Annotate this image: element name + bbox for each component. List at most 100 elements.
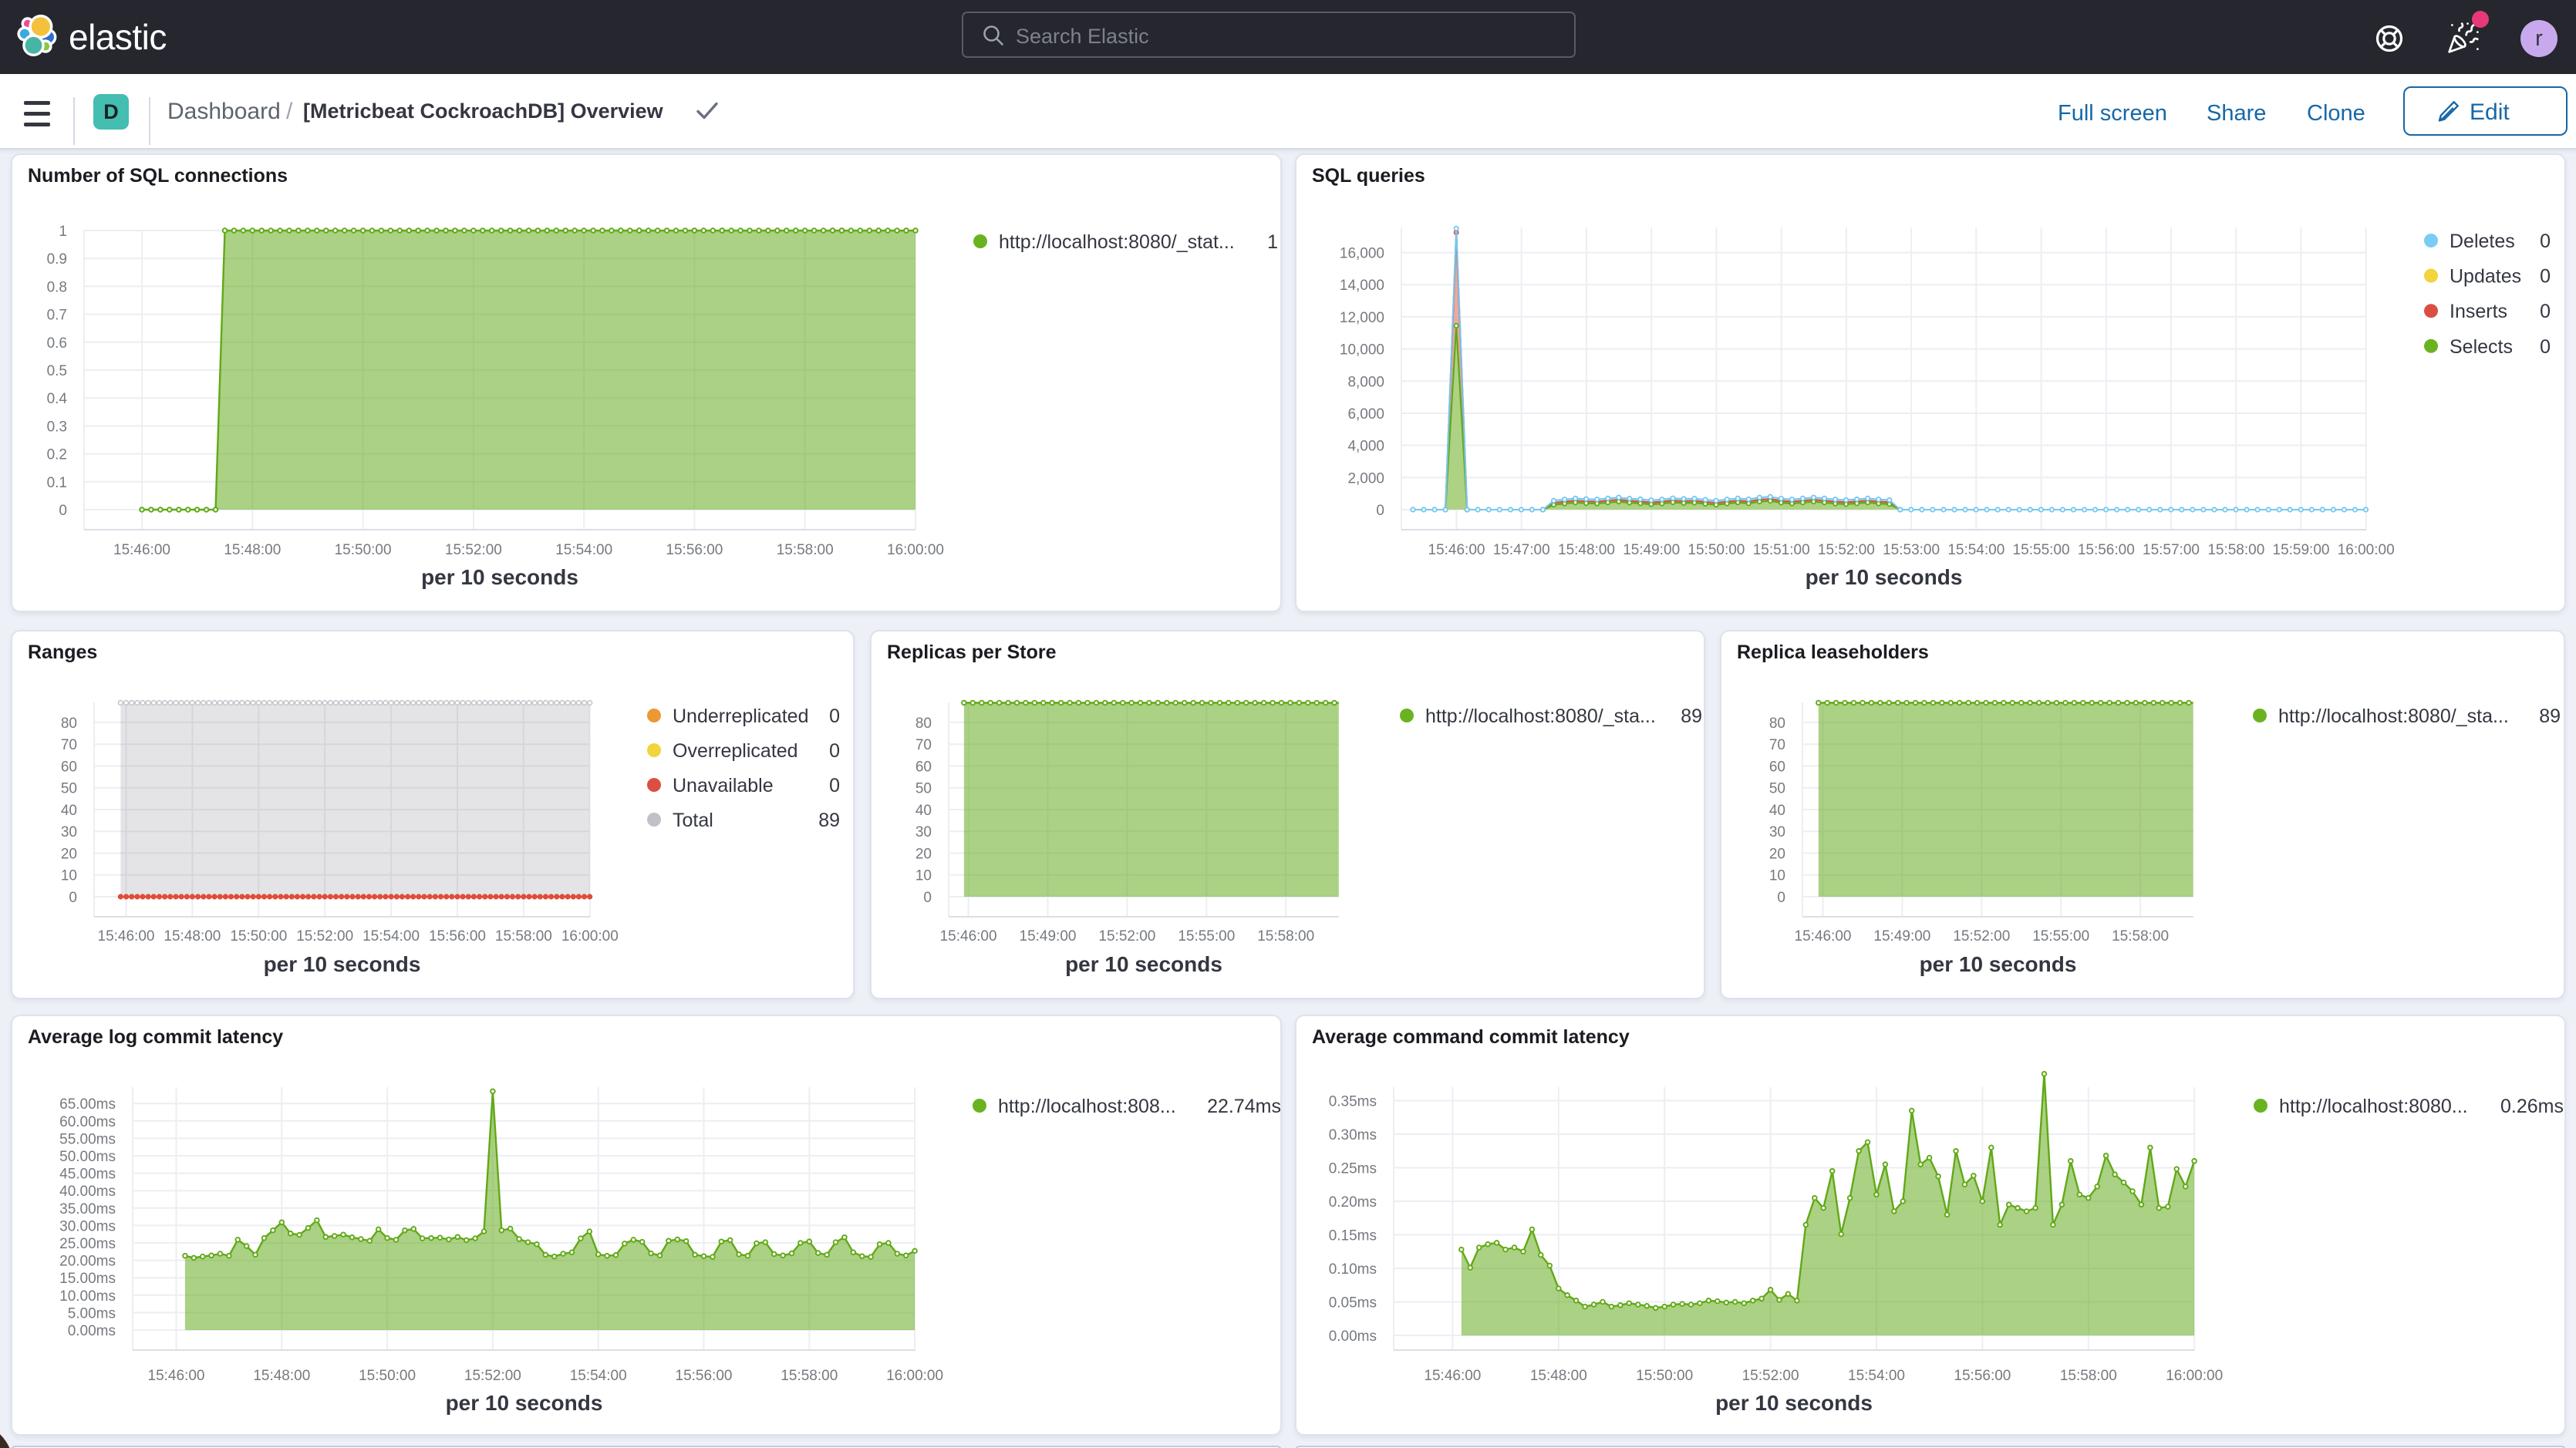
svg-text:15:52:00: 15:52:00 (1818, 542, 1875, 558)
svg-text:55.00ms: 55.00ms (59, 1131, 116, 1147)
svg-text:15:57:00: 15:57:00 (2143, 542, 2200, 558)
svg-text:15:48:00: 15:48:00 (1558, 542, 1615, 558)
svg-text:0: 0 (2540, 266, 2551, 288)
svg-text:0.30ms: 0.30ms (1329, 1127, 1377, 1143)
svg-text:6,000: 6,000 (1347, 406, 1384, 423)
svg-text:60: 60 (61, 759, 77, 775)
svg-text:70: 70 (1769, 737, 1785, 753)
svg-text:15:56:00: 15:56:00 (2078, 542, 2135, 558)
svg-text:35.00ms: 35.00ms (59, 1201, 116, 1217)
svg-text:0.05ms: 0.05ms (1329, 1295, 1377, 1312)
svg-text:15:54:00: 15:54:00 (555, 542, 612, 558)
svg-text:15:46:00: 15:46:00 (113, 542, 170, 558)
svg-text:0.35ms: 0.35ms (1329, 1094, 1377, 1110)
svg-text:40: 40 (1769, 803, 1785, 819)
svg-text:http://localhost:8080/_stat...: http://localhost:8080/_stat... (999, 231, 1235, 253)
svg-text:15:56:00: 15:56:00 (1954, 1368, 2011, 1384)
svg-text:0.25ms: 0.25ms (1329, 1161, 1377, 1177)
svg-text:15:54:00: 15:54:00 (362, 928, 420, 945)
svg-text:15:49:00: 15:49:00 (1873, 928, 1930, 945)
svg-text:http://localhost:8080...: http://localhost:8080... (2279, 1096, 2468, 1117)
svg-text:20: 20 (61, 847, 77, 863)
svg-text:Deletes: Deletes (2450, 231, 2515, 252)
svg-text:0.15ms: 0.15ms (1329, 1228, 1377, 1244)
svg-text:80: 80 (915, 716, 932, 732)
svg-text:15:58:00: 15:58:00 (781, 1368, 838, 1384)
svg-text:2,000: 2,000 (1347, 470, 1384, 487)
svg-text:0.4: 0.4 (47, 391, 68, 407)
svg-text:30: 30 (915, 824, 932, 840)
svg-text:15:54:00: 15:54:00 (570, 1368, 627, 1384)
svg-text:10: 10 (61, 868, 77, 884)
svg-text:15:52:00: 15:52:00 (464, 1368, 521, 1384)
svg-text:15:46:00: 15:46:00 (1795, 928, 1852, 945)
svg-text:0.1: 0.1 (47, 475, 67, 491)
svg-text:per 10 seconds: per 10 seconds (446, 1391, 603, 1415)
svg-text:0: 0 (2540, 336, 2551, 358)
svg-text:16:00:00: 16:00:00 (2166, 1368, 2223, 1384)
svg-text:20.00ms: 20.00ms (59, 1254, 116, 1270)
svg-text:30: 30 (1769, 824, 1785, 840)
svg-text:15:46:00: 15:46:00 (98, 928, 155, 945)
svg-text:50: 50 (1769, 781, 1785, 797)
svg-text:15:50:00: 15:50:00 (335, 542, 392, 558)
svg-text:15:54:00: 15:54:00 (1947, 542, 2004, 558)
svg-text:15:54:00: 15:54:00 (1848, 1368, 1905, 1384)
svg-text:15:58:00: 15:58:00 (777, 542, 834, 558)
svg-text:0.26ms: 0.26ms (2500, 1096, 2564, 1117)
svg-text:0.2: 0.2 (47, 447, 67, 463)
svg-text:5.00ms: 5.00ms (68, 1305, 116, 1322)
svg-text:0: 0 (829, 740, 840, 762)
svg-text:89: 89 (1681, 705, 1702, 727)
svg-text:10: 10 (915, 868, 932, 884)
svg-text:16,000: 16,000 (1340, 246, 1384, 262)
svg-text:15:52:00: 15:52:00 (1742, 1368, 1799, 1384)
svg-text:0.00ms: 0.00ms (1329, 1328, 1377, 1345)
svg-text:Updates: Updates (2450, 266, 2521, 288)
svg-text:15:49:00: 15:49:00 (1020, 928, 1077, 945)
svg-text:15:48:00: 15:48:00 (1530, 1368, 1587, 1384)
svg-text:22.74ms: 22.74ms (1207, 1096, 1281, 1117)
svg-text:15:56:00: 15:56:00 (429, 928, 486, 945)
svg-text:Inserts: Inserts (2450, 301, 2507, 322)
svg-text:0: 0 (59, 503, 67, 519)
svg-text:per 10 seconds: per 10 seconds (1920, 952, 2077, 976)
svg-text:Underreplicated: Underreplicated (673, 705, 809, 727)
svg-text:14,000: 14,000 (1340, 278, 1384, 294)
svg-text:80: 80 (1769, 716, 1785, 732)
svg-text:40: 40 (915, 803, 932, 819)
svg-text:15:46:00: 15:46:00 (940, 928, 997, 945)
svg-text:15:52:00: 15:52:00 (1098, 928, 1155, 945)
svg-text:0.00ms: 0.00ms (68, 1323, 116, 1339)
svg-text:70: 70 (61, 737, 77, 753)
svg-text:15:50:00: 15:50:00 (1688, 542, 1745, 558)
svg-text:20: 20 (1769, 847, 1785, 863)
svg-text:89: 89 (818, 810, 840, 831)
svg-text:12,000: 12,000 (1340, 310, 1384, 326)
svg-text:http://localhost:808...: http://localhost:808... (998, 1096, 1176, 1117)
svg-text:15:48:00: 15:48:00 (224, 542, 281, 558)
svg-text:15:48:00: 15:48:00 (253, 1368, 310, 1384)
svg-text:per 10 seconds: per 10 seconds (264, 952, 421, 976)
svg-text:15:58:00: 15:58:00 (2207, 542, 2264, 558)
svg-text:15:46:00: 15:46:00 (148, 1368, 205, 1384)
svg-text:15:58:00: 15:58:00 (1257, 928, 1314, 945)
svg-text:per 10 seconds: per 10 seconds (1806, 565, 1963, 589)
svg-text:0.8: 0.8 (47, 279, 67, 295)
svg-text:16:00:00: 16:00:00 (887, 542, 944, 558)
svg-text:16:00:00: 16:00:00 (561, 928, 619, 945)
svg-text:http://localhost:8080/_sta...: http://localhost:8080/_sta... (1425, 705, 1656, 727)
svg-text:16:00:00: 16:00:00 (886, 1368, 943, 1384)
svg-text:0: 0 (829, 775, 840, 796)
svg-text:15:59:00: 15:59:00 (2273, 542, 2330, 558)
svg-text:30: 30 (61, 824, 77, 840)
svg-text:15:56:00: 15:56:00 (666, 542, 723, 558)
svg-text:0.3: 0.3 (47, 419, 67, 435)
svg-text:0.5: 0.5 (47, 363, 67, 379)
svg-text:0.20ms: 0.20ms (1329, 1194, 1377, 1211)
svg-text:0: 0 (1376, 503, 1384, 519)
svg-text:15:55:00: 15:55:00 (2032, 928, 2089, 945)
svg-text:60: 60 (915, 759, 932, 775)
svg-text:89: 89 (2539, 705, 2561, 727)
svg-text:15:56:00: 15:56:00 (676, 1368, 733, 1384)
